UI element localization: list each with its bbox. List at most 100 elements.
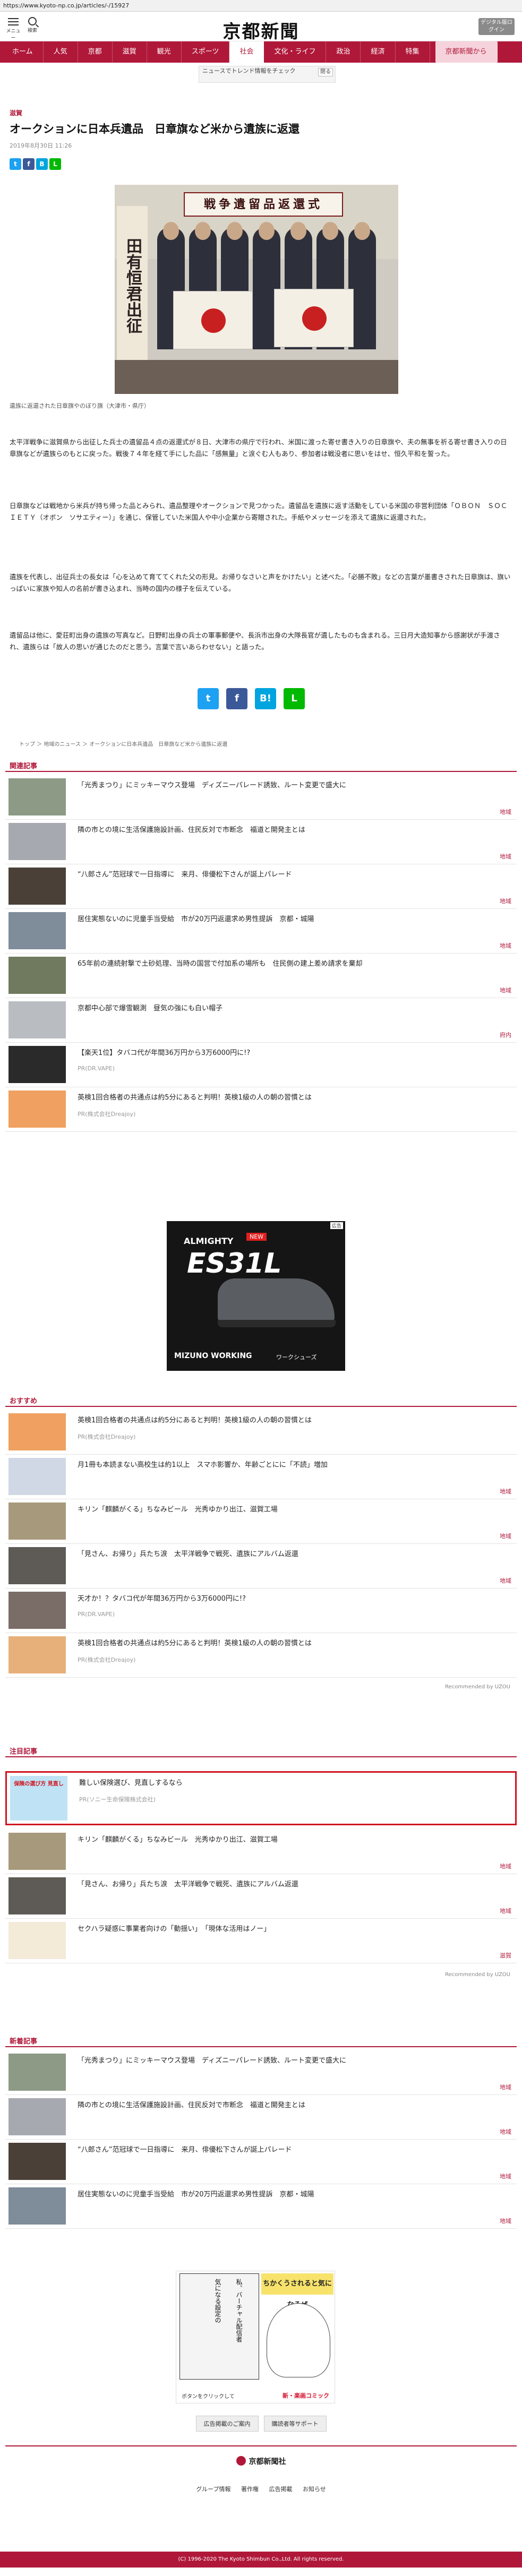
thumbnail bbox=[8, 957, 66, 994]
list-item[interactable]: 「光秀まつり」にミッキーマウス登場 ディズニーパレード誘致、ルート変更で盛大に地… bbox=[5, 775, 517, 820]
ad-close-button[interactable]: 閉る bbox=[318, 68, 333, 76]
list-item-title: 【楽天1位】タバコ代が年間36万円から3万6000円に!? bbox=[78, 1049, 251, 1057]
nav-shiga[interactable]: 滋賀 bbox=[113, 41, 147, 63]
article-title: オークションに日本兵遺品 日章旗など米から遺族に返還 bbox=[10, 123, 299, 135]
facebook-share-button[interactable]: f bbox=[226, 688, 247, 709]
powered-by-uzou[interactable]: Recommended by UZOU bbox=[445, 1684, 510, 1690]
list-item-pr[interactable]: 英検1回合格者の共通点は約5分にあると判明！英検1級の人の朝の習慣とは PR(株式… bbox=[5, 1633, 517, 1678]
nav-kyoto[interactable]: 京都 bbox=[78, 41, 113, 63]
twitter-share-button[interactable]: t bbox=[10, 158, 21, 170]
list-item[interactable]: キリン「麒麟がくる」ちなみビール 光秀ゆかり出江、滋賀工場 地域 bbox=[5, 1830, 517, 1874]
flag-sun bbox=[201, 308, 226, 333]
list-item-source: 地域 bbox=[500, 2084, 511, 2091]
hatena-share-button[interactable]: B! bbox=[255, 688, 276, 709]
featured-ad-item[interactable]: 保険の選び方 見直し 難しい保険選び、見直しするなら PR(ソニー生命保険株式会社) bbox=[5, 1771, 517, 1825]
list-item[interactable]: 「光秀まつり」にミッキーマウス登場 ディズニーパレード誘致、ルート変更で盛大に地… bbox=[5, 2050, 517, 2095]
list-item[interactable]: セクハラ疑惑に事業者向けの「動揺い」 「現体な活用はノー」 滋賀 bbox=[5, 1919, 517, 1963]
nav-from-kyoto-np[interactable]: 京都新聞から bbox=[435, 41, 498, 63]
nav-politics[interactable]: 政治 bbox=[326, 41, 361, 63]
photo-person-head bbox=[354, 222, 370, 240]
footer-link[interactable]: 広告掲載 bbox=[269, 2486, 293, 2493]
footer-link[interactable]: お知らせ bbox=[303, 2486, 326, 2493]
list-item-title: 英検1回合格者の共通点は約5分にあると判明！英検1級の人の朝の習慣とは bbox=[78, 1094, 312, 1102]
list-item[interactable]: 月1冊も本読まない高校生は約1以上 スマホ影響か、年齢ごとにに「不読」増加地域 bbox=[5, 1455, 517, 1499]
ad-info-button[interactable]: 広告掲載のご案内 bbox=[195, 2416, 259, 2432]
list-item-pr[interactable]: 【楽天1位】タバコ代が年間36万円から3万6000円に!? PR(DR.VAPE) bbox=[5, 1043, 517, 1087]
list-item-title: キリン「麒麟がくる」ちなみビール 光秀ゆかり出江、滋賀工場 bbox=[78, 1836, 278, 1844]
list-item[interactable]: 65年前の連続射撃で土砂処理、当時の国営で付加系の場所も 住民側の建上差め請求を… bbox=[5, 954, 517, 998]
list-item-title: 英検1回合格者の共通点は約5分にあると判明！英検1級の人の朝の習慣とは bbox=[78, 1639, 312, 1647]
top-ad-text: ニュースでトレンド情報をチェック bbox=[202, 67, 296, 74]
photo-caption: 遺族に返還された日章旗やのぼり旗（大津市・県庁） bbox=[10, 402, 150, 409]
facebook-share-button[interactable]: f bbox=[23, 158, 35, 170]
article-date: 2019年8月30日 11:26 bbox=[10, 142, 72, 149]
list-item[interactable]: 居住実態ないのに児童手当受給 市が20万円返還求め男性提訴 京都・城陽 地域 bbox=[5, 2184, 517, 2229]
list-item-title: 65年前の連続射撃で土砂処理、当時の国営で付加系の場所も 住民側の建上差め請求を… bbox=[78, 960, 363, 968]
list-item-title: 月1冊も本読まない高校生は約1以上 スマホ影響か、年齢ごとにに「不読」増加 bbox=[78, 1461, 328, 1469]
twitter-share-button[interactable]: t bbox=[198, 688, 219, 709]
thumbnail bbox=[8, 778, 66, 815]
hatena-share-button[interactable]: B bbox=[36, 158, 48, 170]
mizuno-ad[interactable]: 広告 ALMIGHTY NEW ES31L MIZUNO WORKING ワーク… bbox=[167, 1221, 345, 1371]
footer-link[interactable]: グループ情報 bbox=[196, 2486, 230, 2493]
nav-culture[interactable]: 文化・ライフ bbox=[264, 41, 327, 63]
main-nav: ホーム 人気 京都 滋賀 観光 スポーツ 社会 文化・ライフ 政治 経済 特集 … bbox=[0, 41, 522, 63]
list-item[interactable]: キリン「麒麟がくる」ちなみビール 光秀ゆかり出江、滋賀工場 地域 bbox=[5, 1499, 517, 1544]
photo-person-head bbox=[195, 222, 211, 240]
article-category[interactable]: 滋賀 bbox=[10, 108, 22, 117]
site-logo[interactable]: 京都新聞 bbox=[0, 17, 522, 43]
manga-ad[interactable]: 私、バーチャル配信者 気になる設定の ちかくうされると気になるぜ ボタンをクリッ… bbox=[176, 2271, 335, 2403]
list-item-source: 府内 bbox=[500, 1032, 511, 1038]
powered-by-uzou[interactable]: Recommended by UZOU bbox=[445, 1972, 510, 1978]
list-item-title: キリン「麒麟がくる」ちなみビール 光秀ゆかり出江、滋賀工場 bbox=[78, 1506, 278, 1514]
shoe-image bbox=[218, 1278, 335, 1324]
nav-special[interactable]: 特集 bbox=[396, 41, 430, 63]
nav-sports[interactable]: スポーツ bbox=[182, 41, 230, 63]
list-item[interactable]: “八郎さん”范冠球で一日指導に 来月、俳優松下さんが誕上パレード 地域 bbox=[5, 864, 517, 909]
list-item[interactable]: “八郎さん”范冠球で一日指導に 来月、俳優松下さんが誕上パレード 地域 bbox=[5, 2140, 517, 2184]
list-item[interactable]: 居住実態ないのに児童手当受給 市が20万円返還求め男性提訴 京都・城陽 地域 bbox=[5, 909, 517, 954]
footer-link[interactable]: 著作権 bbox=[241, 2486, 259, 2493]
line-share-button[interactable]: L bbox=[284, 688, 305, 709]
line-share-button[interactable]: L bbox=[49, 158, 61, 170]
thumbnail bbox=[8, 1413, 66, 1450]
pr-label: PR(株式会社Dreajoy) bbox=[78, 1111, 136, 1118]
section-rule bbox=[5, 1406, 517, 1407]
thumbnail bbox=[8, 823, 66, 860]
section-title-recommended: おすすめ bbox=[10, 1397, 38, 1405]
section-title-related: 関連記事 bbox=[10, 762, 38, 770]
top-ad-banner[interactable]: ニュースでトレンド情報をチェック 閉る bbox=[199, 66, 336, 83]
footer-logo[interactable]: 京都新聞社 bbox=[0, 2456, 522, 2467]
list-item-pr[interactable]: 天才か！？タバコ代が年間36万円から3万6000円に!? PR(DR.VAPE) bbox=[5, 1588, 517, 1633]
nav-popular[interactable]: 人気 bbox=[44, 41, 78, 63]
url-bar[interactable]: https://www.kyoto-np.co.jp/articles/-/15… bbox=[0, 0, 522, 12]
list-item-pr[interactable]: 英検1回合格者の共通点は約5分にあると判明！英検1級の人の朝の習慣とは PR(株式… bbox=[5, 1087, 517, 1132]
nav-tourism[interactable]: 観光 bbox=[147, 41, 182, 63]
photo-flag bbox=[274, 289, 354, 347]
list-item-title: 隣の市との境に生活保護施設計画、住民反対で市断念 福道と開発主とは bbox=[78, 2101, 305, 2109]
section-rule bbox=[5, 1756, 517, 1757]
article-photo[interactable]: 戦争遺留品返還式 田有恒君出征 bbox=[115, 185, 398, 394]
thumbnail bbox=[8, 1502, 66, 1540]
manga-brand: 新・楽画コミック bbox=[283, 2392, 329, 2399]
pr-label: PR(株式会社Dreajoy) bbox=[78, 1433, 136, 1440]
nav-home[interactable]: ホーム bbox=[2, 41, 44, 63]
ad-brand-line2: ES31L bbox=[187, 1248, 282, 1280]
list-item[interactable]: 隣の市との境に生活保護施設計画、住民反対で市断念 福道と開発主とは 地域 bbox=[5, 820, 517, 864]
ad-new-tag: NEW bbox=[246, 1233, 267, 1241]
list-item-title: 「見さん、お帰り」兵たち涙 太平洋戦争で戦死、遺族にアルバム返還 bbox=[78, 1881, 298, 1888]
digital-login-button[interactable]: デジタル版ログイン bbox=[478, 18, 515, 35]
list-item[interactable]: 隣の市との境に生活保護施設計画、住民反対で市断念 福道と開発主とは 地域 bbox=[5, 2095, 517, 2140]
breadcrumb[interactable]: トップ ＞ 地域のニュース ＞ オークションに日本兵遺品 日章旗など米から遺族に… bbox=[19, 740, 227, 748]
list-item[interactable]: 「見さん、お帰り」兵たち涙 太平洋戦争で戦死、遺族にアルバム返還 地域 bbox=[5, 1544, 517, 1588]
list-item[interactable]: 京都中心部で爆雪観測 昼気の強にも白い帽子 府内 bbox=[5, 998, 517, 1043]
list-item-pr[interactable]: 英検1回合格者の共通点は約5分にあると判明！英検1級の人の朝の習慣とは PR(株式… bbox=[5, 1410, 517, 1455]
footer-links: グループ情報 著作権 広告掲載 お知らせ bbox=[0, 2485, 522, 2493]
subscriber-support-button[interactable]: 購読者等サポート bbox=[263, 2416, 327, 2432]
list-item[interactable]: 「見さん、お帰り」兵たち涙 太平洋戦争で戦死、遺族にアルバム返還 地域 bbox=[5, 1874, 517, 1919]
thumbnail bbox=[8, 2054, 66, 2091]
manga-character bbox=[267, 2303, 330, 2377]
list-item-source: 地域 bbox=[500, 1488, 511, 1495]
nav-society[interactable]: 社会 bbox=[229, 41, 264, 63]
nav-economy[interactable]: 経済 bbox=[361, 41, 396, 63]
